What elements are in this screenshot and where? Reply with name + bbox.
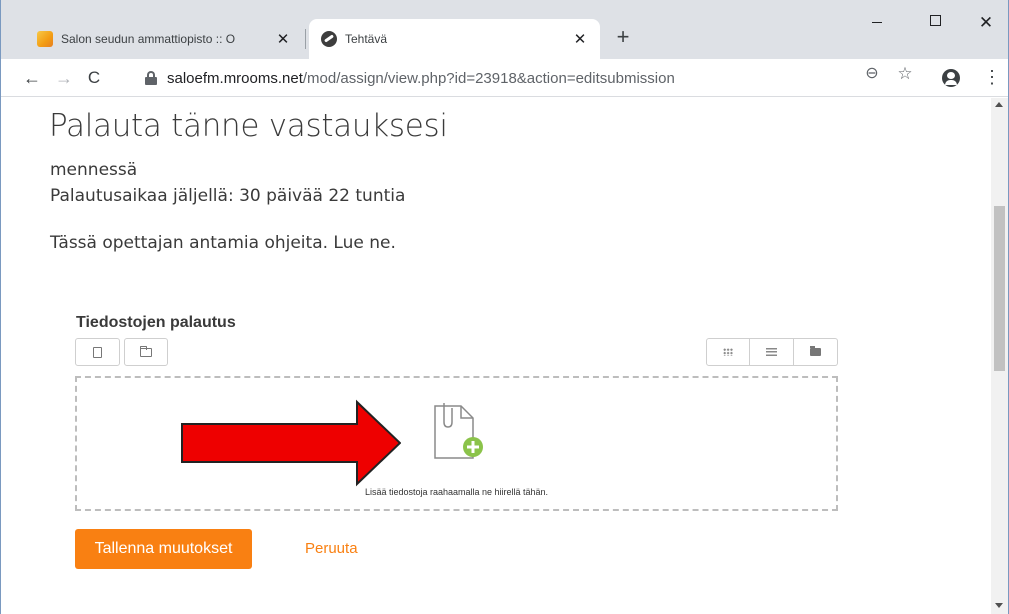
tab-title: Tehtävä bbox=[345, 32, 388, 46]
minimize-icon bbox=[872, 22, 882, 23]
view-mode-switch bbox=[706, 338, 838, 366]
cancel-link[interactable]: Peruuta bbox=[305, 540, 358, 557]
file-manager-actions bbox=[75, 338, 168, 366]
add-file-icon bbox=[434, 403, 483, 459]
save-changes-button[interactable]: Tallenna muutokset bbox=[75, 529, 252, 569]
reload-icon[interactable]: C bbox=[83, 67, 105, 89]
maximize-icon bbox=[929, 15, 941, 26]
address-bar[interactable]: saloefm.mrooms.net/mod/assign/view.php?i… bbox=[131, 63, 916, 93]
profile-avatar-icon[interactable] bbox=[942, 69, 960, 87]
minimize-button[interactable] bbox=[854, 8, 900, 38]
file-icon bbox=[93, 346, 102, 358]
tab-tehtava[interactable]: Tehtävä ✕ bbox=[309, 19, 600, 59]
tab-separator bbox=[305, 29, 306, 49]
file-submission-label: Tiedostojen palautus bbox=[76, 314, 236, 331]
tab-salon-seudun[interactable]: Salon seudun ammattiopisto :: O ✕ bbox=[31, 19, 303, 59]
scroll-thumb[interactable] bbox=[994, 206, 1005, 371]
folder-icon bbox=[140, 345, 152, 357]
list-icon bbox=[766, 348, 777, 356]
time-remaining: Palautusaikaa jäljellä: 30 päivää 22 tun… bbox=[50, 186, 406, 206]
zoom-icon[interactable]: ⊖ bbox=[861, 63, 883, 85]
folder-tree-icon bbox=[810, 346, 821, 356]
window-close-button[interactable]: ✕ bbox=[963, 8, 1009, 38]
browser-window: Salon seudun ammattiopisto :: O ✕ Tehtäv… bbox=[0, 0, 1009, 614]
moodle-favicon-icon bbox=[37, 31, 53, 47]
page-content: Palauta tänne vastauksesi mennessä Palau… bbox=[1, 98, 991, 614]
icon-view-button[interactable] bbox=[706, 338, 750, 366]
forward-arrow-icon[interactable]: → bbox=[53, 67, 75, 89]
bookmark-star-icon[interactable]: ☆ bbox=[894, 63, 916, 85]
create-folder-button[interactable] bbox=[124, 338, 168, 366]
list-view-button[interactable] bbox=[750, 338, 794, 366]
url-host: saloefm.mrooms.net bbox=[167, 69, 303, 87]
new-tab-button[interactable]: + bbox=[611, 26, 635, 50]
tab-strip: Salon seudun ammattiopisto :: O ✕ Tehtäv… bbox=[1, 0, 1008, 59]
maximize-button[interactable] bbox=[912, 8, 958, 38]
scroll-down-arrow-icon[interactable] bbox=[995, 603, 1003, 608]
page-title: Palauta tänne vastauksesi bbox=[49, 108, 448, 144]
tab-close-icon[interactable]: ✕ bbox=[273, 30, 293, 48]
lock-icon bbox=[145, 71, 157, 85]
tab-close-icon[interactable]: ✕ bbox=[570, 30, 590, 48]
due-date-label: mennessä bbox=[50, 160, 138, 180]
url-text: saloefm.mrooms.net/mod/assign/view.php?i… bbox=[167, 70, 675, 87]
red-pointer-arrow bbox=[181, 399, 401, 487]
browser-toolbar: ← → C saloefm.mrooms.net/mod/assign/view… bbox=[1, 59, 1008, 97]
tab-title: Salon seudun ammattiopisto :: O bbox=[61, 32, 236, 46]
vertical-scrollbar[interactable] bbox=[991, 98, 1008, 614]
scroll-up-arrow-icon[interactable] bbox=[995, 102, 1003, 107]
back-arrow-icon[interactable]: ← bbox=[21, 67, 43, 89]
dropzone-hint: Lisää tiedostoja raahaamalla ne hiirellä… bbox=[364, 487, 549, 497]
assignment-instructions: Tässä opettajan antamia ohjeita. Lue ne. bbox=[50, 233, 396, 253]
url-path: /mod/assign/view.php?id=23918&action=edi… bbox=[302, 69, 675, 87]
assignment-favicon-icon bbox=[321, 31, 337, 47]
add-file-button[interactable] bbox=[75, 338, 120, 366]
grid-icon bbox=[723, 348, 733, 356]
browser-menu-icon[interactable]: ⋮ bbox=[983, 67, 1001, 89]
tree-view-button[interactable] bbox=[794, 338, 838, 366]
